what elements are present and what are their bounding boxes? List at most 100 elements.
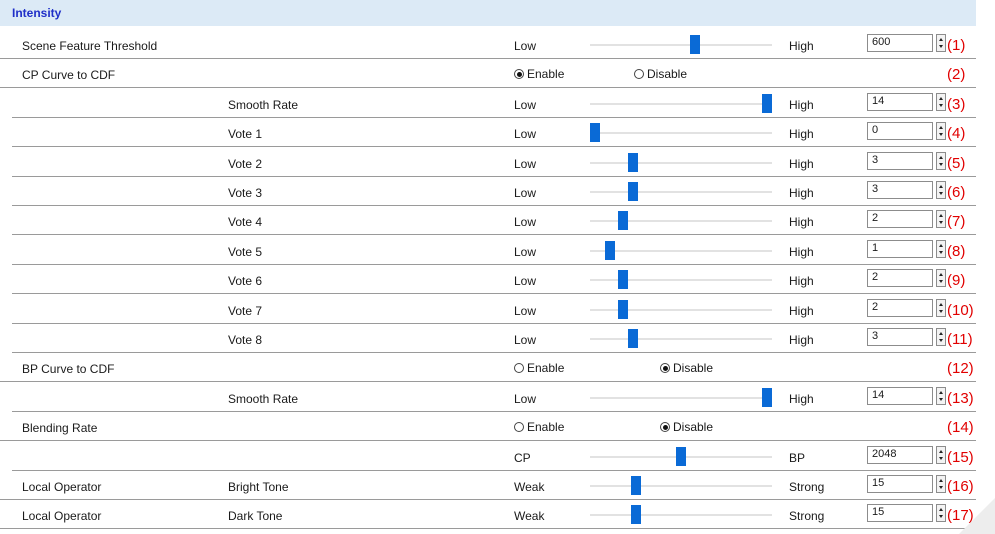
spin-up-icon[interactable] (939, 390, 943, 394)
spin-down-icon[interactable] (939, 192, 943, 195)
radio-icon[interactable] (514, 69, 524, 80)
spin-down-icon[interactable] (939, 45, 943, 48)
radio-icon[interactable] (660, 363, 670, 374)
spinner-buttons[interactable] (936, 504, 946, 523)
radio-icon[interactable] (660, 422, 670, 433)
value-input[interactable]: 2 (867, 298, 933, 317)
slider-thumb[interactable] (631, 505, 642, 525)
spin-up-icon[interactable] (939, 332, 943, 335)
spin-up-icon[interactable] (939, 479, 943, 482)
spin-down-icon[interactable] (939, 250, 943, 254)
spinner-buttons[interactable] (936, 475, 946, 493)
slider-thumb[interactable] (689, 35, 700, 54)
slider-thumb[interactable] (627, 152, 638, 172)
disable-radio[interactable]: Disable (634, 67, 687, 81)
slider-thumb[interactable] (627, 182, 638, 201)
value-input[interactable]: 15 (867, 504, 933, 523)
slider-thumb[interactable] (617, 299, 628, 319)
slider-track[interactable] (590, 132, 772, 135)
radio-icon[interactable] (514, 363, 524, 374)
spin-down-icon[interactable] (939, 309, 943, 313)
value-input[interactable]: 1 (867, 239, 933, 258)
spin-down-icon[interactable] (939, 221, 943, 225)
spinner-buttons[interactable] (936, 92, 946, 111)
value-input[interactable]: 0 (867, 122, 933, 141)
spin-up-icon[interactable] (939, 243, 943, 247)
spinner-buttons[interactable] (936, 239, 946, 258)
slider-thumb[interactable] (590, 123, 600, 143)
value-input[interactable]: 2 (867, 210, 933, 229)
slider-thumb[interactable] (676, 446, 686, 466)
spin-up-icon[interactable] (939, 302, 943, 306)
slider-track[interactable] (590, 396, 772, 399)
value-input[interactable]: 2 (867, 269, 933, 288)
spin-up-icon[interactable] (939, 155, 943, 159)
spinner-buttons[interactable] (936, 298, 946, 317)
slider-track[interactable] (590, 161, 772, 164)
slider-min-label: Low (514, 39, 537, 53)
spin-up-icon[interactable] (939, 38, 943, 41)
value-input[interactable]: 3 (867, 181, 933, 199)
annotation-number: (13) (947, 389, 974, 407)
radio-icon[interactable] (634, 69, 644, 80)
slider-track[interactable] (590, 44, 772, 46)
value-input[interactable]: 3 (867, 151, 933, 170)
radio-icon[interactable] (514, 422, 524, 433)
slider-min-label: Low (514, 215, 537, 230)
spin-up-icon[interactable] (939, 185, 943, 188)
slider-max-label: Strong (789, 480, 825, 494)
slider-thumb[interactable] (617, 211, 628, 231)
spin-up-icon[interactable] (939, 273, 943, 277)
slider-thumb[interactable] (617, 270, 628, 290)
value-input[interactable]: 14 (867, 92, 933, 111)
spinner-buttons[interactable] (936, 386, 946, 405)
enable-radio[interactable]: Enable (514, 361, 564, 375)
spin-up-icon[interactable] (939, 508, 943, 512)
value-input[interactable]: 14 (867, 386, 933, 405)
spinner-buttons[interactable] (936, 328, 946, 346)
value-input[interactable]: 2048 (867, 445, 933, 464)
slider-track[interactable] (590, 338, 772, 340)
spin-up-icon[interactable] (939, 449, 943, 453)
slider-min-label: Weak (514, 509, 545, 524)
slider-thumb[interactable] (627, 329, 638, 348)
spin-down-icon[interactable] (939, 339, 943, 342)
slider-track[interactable] (590, 191, 772, 193)
slider-track[interactable] (590, 485, 772, 487)
slider-thumb[interactable] (762, 93, 772, 113)
spin-down-icon[interactable] (939, 280, 943, 284)
slider-track[interactable] (590, 102, 772, 105)
disable-radio[interactable]: Disable (660, 361, 713, 375)
settings-row: BP Curve to CDF Enable Disable (12) (0, 353, 976, 383)
slider-track[interactable] (590, 514, 772, 517)
spin-down-icon[interactable] (939, 162, 943, 166)
spinner-buttons[interactable] (936, 34, 946, 52)
enable-radio[interactable]: Enable (514, 67, 564, 81)
annotation-number: (14) (947, 419, 974, 437)
slider-thumb[interactable] (605, 240, 616, 260)
spin-down-icon[interactable] (939, 397, 943, 401)
spin-down-icon[interactable] (939, 103, 943, 107)
spinner-buttons[interactable] (936, 269, 946, 288)
slider-thumb[interactable] (762, 387, 772, 407)
spinner-buttons[interactable] (936, 181, 946, 199)
spin-up-icon[interactable] (939, 214, 943, 218)
spin-up-icon[interactable] (939, 126, 943, 130)
settings-row: Smooth Rate Low High 14 (3) (0, 89, 976, 118)
spin-up-icon[interactable] (939, 96, 943, 100)
value-input[interactable]: 600 (867, 34, 933, 52)
disable-radio[interactable]: Disable (660, 420, 713, 434)
spinner-buttons[interactable] (936, 210, 946, 229)
slider-track[interactable] (590, 249, 772, 252)
spinner-buttons[interactable] (936, 151, 946, 170)
spin-down-icon[interactable] (939, 456, 943, 460)
value-input[interactable]: 15 (867, 475, 933, 493)
spin-down-icon[interactable] (939, 486, 943, 489)
spin-down-icon[interactable] (939, 515, 943, 519)
spinner-buttons[interactable] (936, 122, 946, 141)
enable-radio[interactable]: Enable (514, 420, 564, 434)
spin-down-icon[interactable] (939, 133, 943, 137)
spinner-buttons[interactable] (936, 445, 946, 464)
value-input[interactable]: 3 (867, 328, 933, 346)
slider-thumb[interactable] (631, 476, 642, 495)
